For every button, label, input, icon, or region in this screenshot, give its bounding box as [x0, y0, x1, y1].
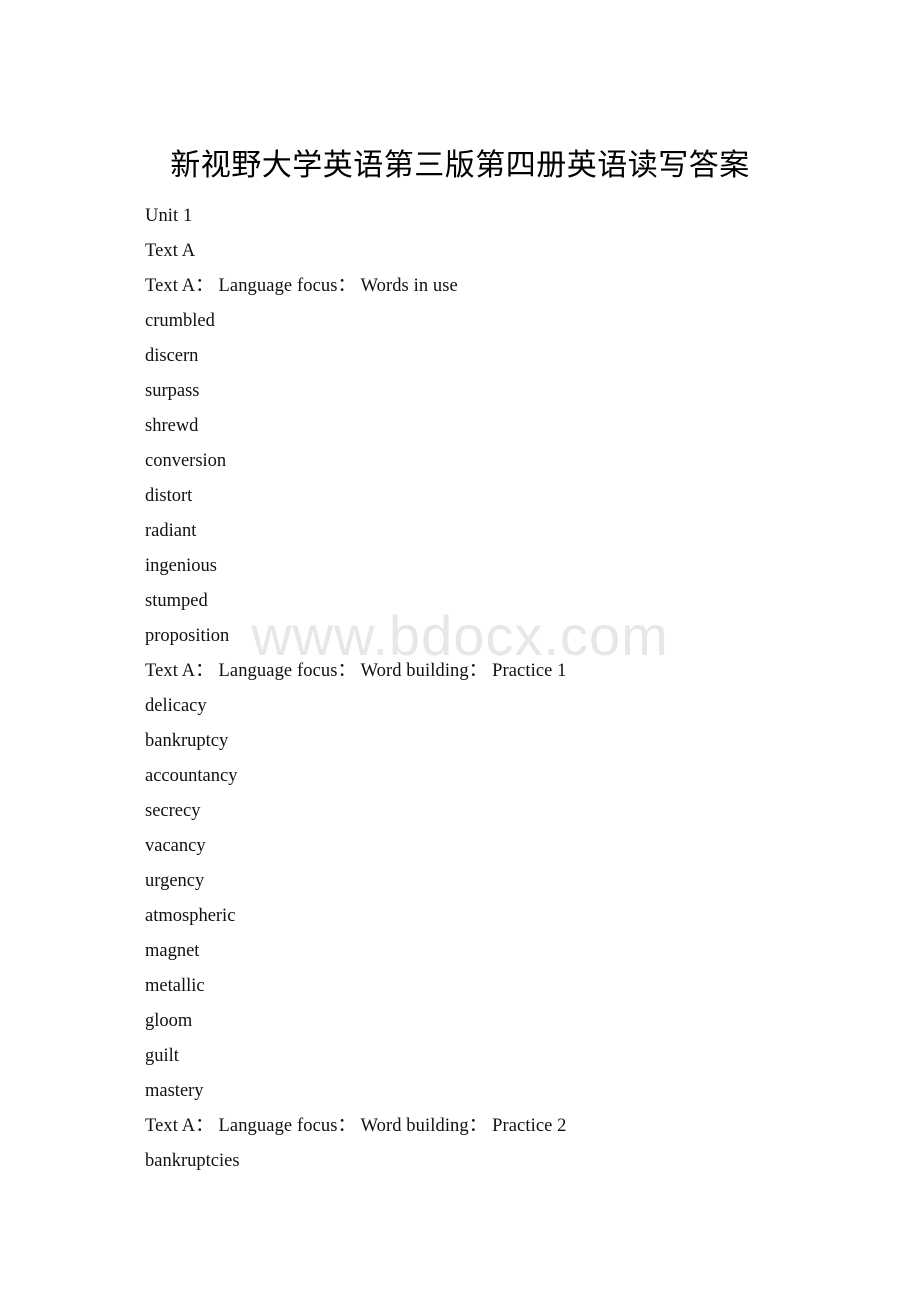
answer-key-list: Unit 1 Text A Text A： Language focus： Word… [145, 199, 865, 1179]
answer-item: distort [145, 486, 193, 506]
answer-item: secrecy [145, 801, 201, 821]
answer-item: urgency [145, 871, 205, 891]
answer-item: discern [145, 346, 199, 366]
section-heading: Text A： Language focus： Words in use [145, 276, 458, 296]
answer-item: surpass [145, 381, 200, 401]
answer-item: mastery [145, 1081, 204, 1101]
section-heading: Unit 1 [145, 206, 193, 226]
answer-item: gloom [145, 1011, 193, 1031]
answer-item: vacancy [145, 836, 206, 856]
answer-item: ingenious [145, 556, 217, 576]
answer-item: conversion [145, 451, 227, 471]
answer-item: crumbled [145, 311, 215, 331]
answer-item: guilt [145, 1046, 179, 1066]
answer-item: shrewd [145, 416, 199, 436]
answer-item: stumped [145, 591, 208, 611]
section-heading: Text A： Language focus： Word building： P… [145, 661, 567, 681]
answer-item: radiant [145, 521, 197, 541]
answer-item: proposition [145, 626, 230, 646]
page-title: 新视野大学英语第三版第四册英语读写答案 [170, 148, 750, 183]
section-heading: Text A [145, 241, 196, 261]
answer-item: accountancy [145, 766, 238, 786]
answer-item: metallic [145, 976, 205, 996]
answer-item: bankruptcies [145, 1151, 240, 1171]
answer-item: delicacy [145, 696, 207, 716]
answer-item: atmospheric [145, 906, 236, 926]
section-heading: Text A： Language focus： Word building： P… [145, 1116, 567, 1136]
answer-item: bankruptcy [145, 731, 229, 751]
document-page: www.bdocx.com 新视野大学英语第三版第四册英语读写答案 Unit 1… [0, 0, 920, 1302]
answer-item: magnet [145, 941, 200, 961]
